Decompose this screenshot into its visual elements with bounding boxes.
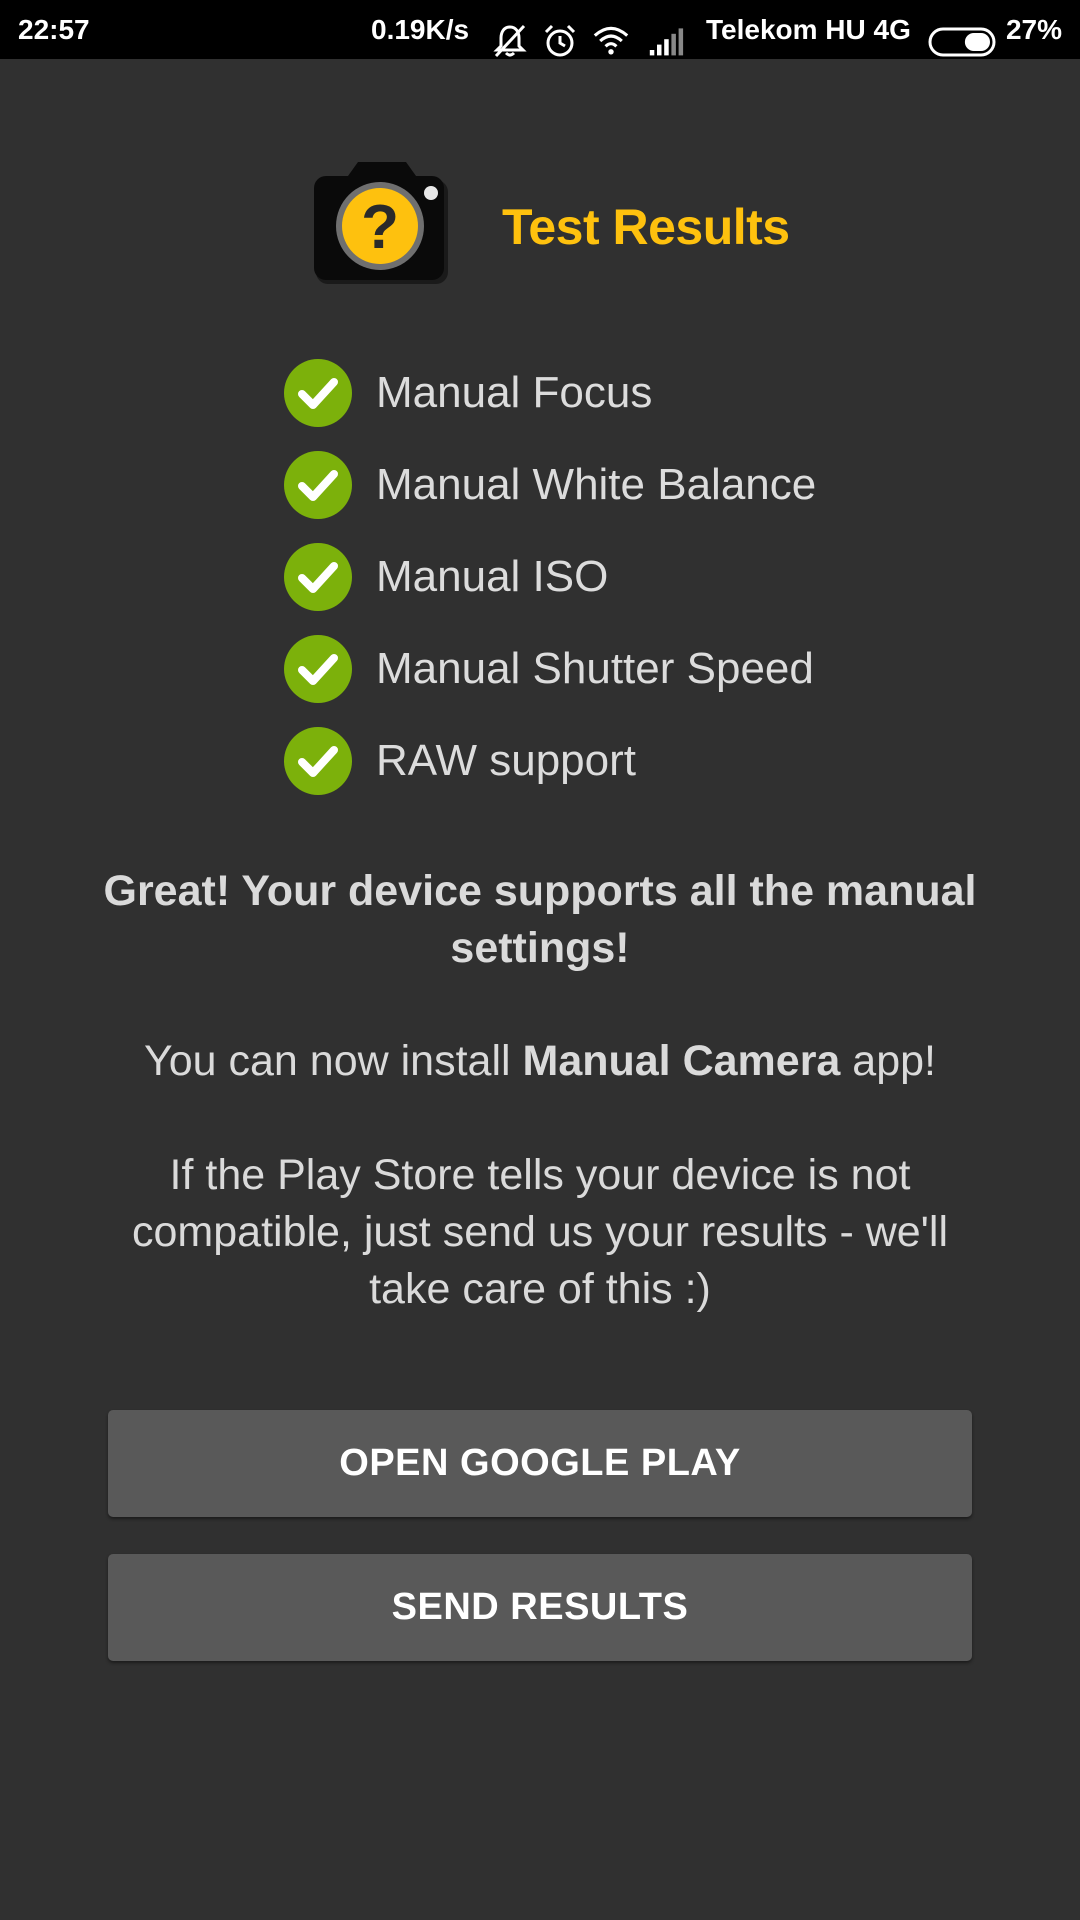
status-bar: 22:57 0.19K/s Telekom HU 4G 27% [0,0,1080,59]
check-icon [284,359,352,427]
result-item-raw-support: RAW support [284,715,924,807]
camera-question-icon: ? [314,160,448,284]
status-carrier: Telekom HU 4G [706,14,911,45]
check-icon [284,451,352,519]
result-item-manual-white-balance: Manual White Balance [284,439,924,531]
status-time: 22:57 [18,14,90,45]
page-title: Test Results [502,199,790,255]
result-label: Manual ISO [376,552,609,601]
status-net-speed: 0.19K/s [371,14,470,45]
check-icon [284,727,352,795]
wifi-icon [593,11,629,70]
result-label: Manual Shutter Speed [376,644,814,693]
results-list: Manual Focus Manual White Balance Manual… [284,347,924,807]
install-prefix: You can now install [144,1037,523,1085]
send-results-button[interactable]: SEND RESULTS [108,1554,972,1661]
result-item-manual-shutter-speed: Manual Shutter Speed [284,623,924,715]
mute-icon [492,11,528,70]
alarm-icon [542,11,578,70]
play-store-message: If the Play Store tells your device is n… [132,1151,948,1313]
battery-fill [964,32,990,51]
header: ? Test Results [0,160,1080,290]
check-icon [284,635,352,703]
result-label: RAW support [376,736,637,785]
signal-icon [648,11,684,70]
result-item-manual-iso: Manual ISO [284,531,924,623]
install-suffix: app! [840,1037,936,1085]
success-message: Great! Your device supports all the manu… [103,867,977,972]
result-label: Manual Focus [376,368,653,417]
svg-text:?: ? [361,193,399,262]
battery-icon [928,11,1000,70]
result-label: Manual White Balance [376,460,817,509]
result-item-manual-focus: Manual Focus [284,347,924,439]
check-icon [284,543,352,611]
install-app-name: Manual Camera [522,1037,841,1085]
status-battery-percent: 27% [1005,14,1062,45]
open-google-play-button[interactable]: OPEN GOOGLE PLAY [108,1410,972,1517]
install-message: You can now install Manual Camera app! [100,1033,980,1090]
